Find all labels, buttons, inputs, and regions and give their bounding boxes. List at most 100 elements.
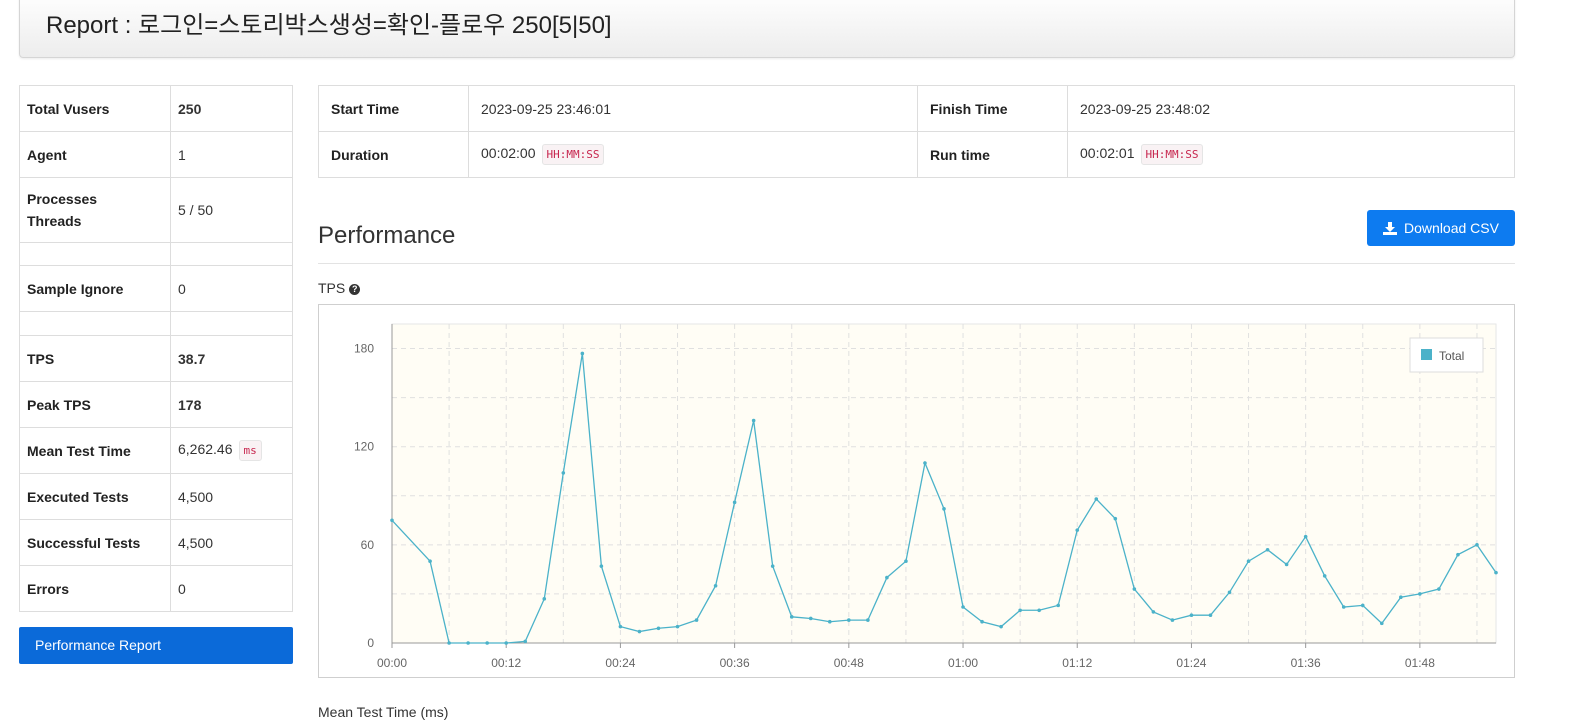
summary-label: Errors (19, 565, 171, 612)
data-point (1418, 592, 1422, 596)
summary-value: 0 (170, 265, 293, 312)
summary-label: TPS (19, 335, 171, 382)
summary-label: Agent (19, 131, 171, 178)
summary-table: Total Vusers 250 Agent 1 Processes Threa… (19, 85, 293, 612)
data-point (580, 351, 585, 356)
summary-label: Mean Test Time (19, 427, 171, 474)
finish-time-label: Finish Time (917, 85, 1068, 132)
data-point (923, 461, 927, 465)
summary-value: 0 (170, 565, 293, 612)
x-tick-label: 01:36 (1291, 656, 1321, 670)
table-row: Executed Tests 4,500 (19, 473, 293, 520)
data-point (1494, 570, 1498, 575)
data-point (713, 583, 718, 588)
data-point (770, 564, 775, 568)
data-point (542, 597, 547, 601)
data-point (523, 639, 528, 644)
table-row: TPS 38.7 (19, 335, 293, 382)
data-point (1246, 559, 1251, 564)
data-point (447, 641, 451, 645)
summary-label (19, 242, 171, 266)
tps-label-text: TPS (318, 280, 346, 296)
x-tick-label: 00:36 (720, 656, 750, 670)
help-icon[interactable]: ? (349, 284, 361, 295)
y-tick-label: 120 (354, 440, 374, 454)
table-row: Peak TPS 178 (19, 381, 293, 428)
data-point (504, 641, 509, 645)
table-row: Agent 1 (19, 131, 293, 178)
summary-label-line: Threads (27, 213, 82, 229)
mean-test-time-value: 6,262.46 (178, 441, 233, 458)
table-row: Processes Threads 5 / 50 (19, 177, 293, 243)
table-row: Total Vusers 250 (19, 85, 293, 132)
data-point (485, 641, 489, 645)
data-point (1170, 618, 1175, 622)
summary-value: 178 (170, 381, 293, 428)
table-row: Start Time 2023-09-25 23:46:01 Finish Ti… (318, 85, 1515, 132)
table-row: Mean Test Time 6,262.46 ms (19, 427, 293, 474)
data-point (961, 605, 965, 609)
summary-value (170, 242, 293, 266)
summary-label: Processes Threads (19, 177, 171, 243)
data-point (1437, 587, 1441, 591)
data-point (656, 626, 661, 631)
data-point (1379, 621, 1384, 626)
table-row-empty (19, 311, 293, 336)
finish-time-value: 2023-09-25 23:48:02 (1067, 85, 1515, 132)
tps-chart-svg: 0 60 120 180 00:00 00:12 00:24 00:36 00:48 01:00 0… (354, 323, 1498, 670)
x-tick-label: 00:48 (834, 656, 864, 670)
table-row-empty (19, 242, 293, 266)
table-row: Successful Tests 4,500 (19, 519, 293, 566)
data-point (942, 507, 946, 511)
summary-label: Executed Tests (19, 473, 171, 520)
summary-value: 6,262.46 ms (170, 427, 293, 474)
data-point (751, 418, 756, 423)
duration-cell: 00:02:00 HH:MM:SS (468, 131, 918, 178)
download-csv-button[interactable]: Download CSV (1367, 210, 1515, 246)
data-point (1132, 587, 1137, 591)
data-point (1189, 613, 1194, 617)
y-tick-label: 180 (354, 342, 374, 356)
x-tick-label: 01:24 (1176, 656, 1206, 670)
summary-value: 1 (170, 131, 293, 178)
x-tick-label: 00:00 (377, 656, 407, 670)
data-point (789, 615, 794, 619)
section-divider (318, 263, 1515, 264)
summary-label: Peak TPS (19, 381, 171, 428)
legend-label: Total (1439, 349, 1464, 363)
table-row: Errors 0 (19, 565, 293, 612)
x-tick-label: 00:12 (491, 656, 521, 670)
performance-title: Performance (318, 222, 456, 249)
data-point (1456, 552, 1460, 557)
data-point (847, 618, 851, 622)
data-point (694, 618, 699, 622)
summary-label-line: Processes (27, 191, 98, 207)
data-point (1360, 603, 1365, 608)
data-point (1151, 610, 1156, 614)
timing-table: Start Time 2023-09-25 23:46:01 Finish Ti… (318, 85, 1515, 178)
data-point (428, 559, 432, 564)
data-point (980, 619, 984, 624)
summary-value: 250 (170, 85, 293, 132)
table-row: Duration 00:02:00 HH:MM:SS Run time 00:02… (318, 131, 1515, 178)
duration-value: 00:02:00 (481, 145, 536, 162)
mean-test-time-chart-label: Mean Test Time (ms) (318, 704, 449, 720)
plot-area (391, 323, 1497, 644)
report-header: Report : 로그인=스토리박스생성=확인-플로우 250[5|50] (19, 0, 1515, 58)
data-point (1322, 574, 1327, 578)
unit-badge: HH:MM:SS (541, 144, 605, 165)
performance-report-button[interactable]: Performance Report (19, 627, 293, 664)
summary-label: Total Vusers (19, 85, 171, 132)
tps-chart-label: TPS? (318, 280, 361, 296)
unit-badge: ms (238, 440, 262, 461)
data-point (732, 500, 737, 505)
y-tick-label: 60 (361, 538, 375, 552)
data-point (1075, 528, 1080, 532)
data-point (466, 641, 470, 645)
x-tick-label: 01:12 (1062, 656, 1092, 670)
page-title: Report : 로그인=스토리박스생성=확인-플로우 250[5|50] (46, 12, 612, 39)
data-point (1475, 543, 1479, 547)
data-point (561, 471, 566, 475)
summary-label: Successful Tests (19, 519, 171, 566)
summary-value: 38.7 (170, 335, 293, 382)
